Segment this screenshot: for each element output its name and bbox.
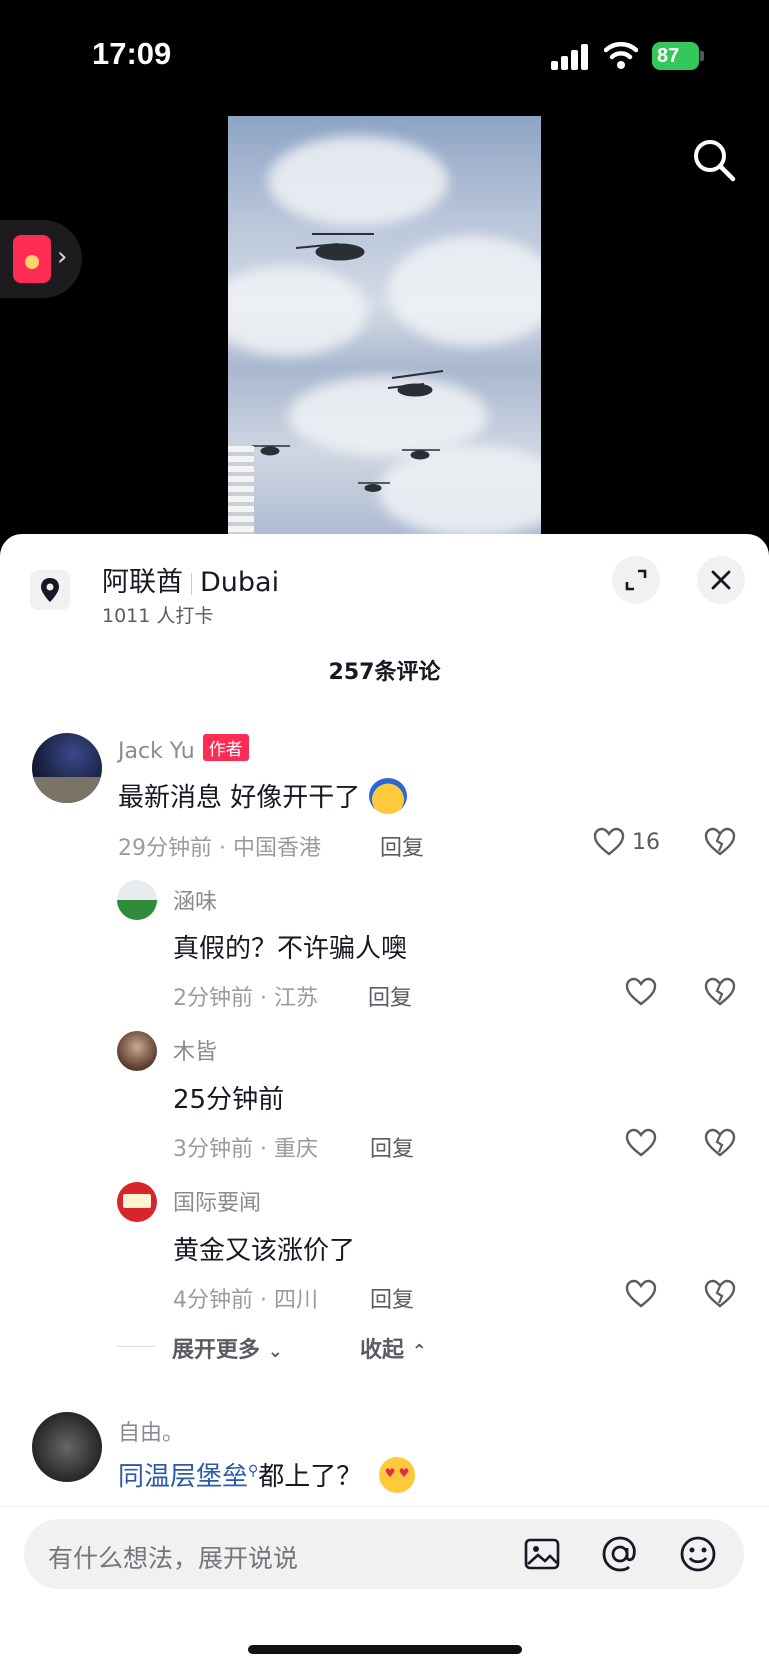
author-badge: 作者 bbox=[202, 734, 249, 761]
heart-icon[interactable] bbox=[624, 1127, 658, 1159]
status-time: 17:09 bbox=[92, 36, 172, 71]
red-packet-tab[interactable]: › bbox=[0, 220, 82, 298]
location-name-cn: 阿联酋 bbox=[102, 567, 183, 598]
emoji-icon bbox=[368, 778, 407, 814]
comment-author-name: Jack Yu bbox=[118, 739, 195, 764]
heart-icon[interactable] bbox=[592, 826, 626, 858]
reply-meta: 4分钟前 · 四川 bbox=[173, 1288, 318, 1313]
comment-meta: 29分钟前 · 中国香港 bbox=[118, 836, 321, 861]
avatar[interactable] bbox=[117, 1031, 157, 1071]
heart-eyes-emoji-icon: ♥ ♥ bbox=[378, 1457, 415, 1493]
hashtag-link[interactable]: 同温层堡垒 bbox=[118, 1462, 248, 1492]
broken-heart-icon[interactable] bbox=[703, 976, 737, 1008]
expand-more-button[interactable]: 展开更多 ⌄ bbox=[172, 1332, 283, 1364]
comments-sheet: 阿联酋 Dubai 1011 人打卡 257条评论 Jack Yu 作者 最新消息 … bbox=[0, 534, 769, 1665]
comment-text: 同温层堡垒⚲都上了？ ♥ ♥ bbox=[118, 1456, 415, 1493]
location-title[interactable]: 阿联酋 Dubai bbox=[102, 560, 279, 599]
avatar[interactable] bbox=[117, 1182, 157, 1222]
chevron-up-icon: ⌃ bbox=[411, 1341, 427, 1362]
comment-author[interactable]: Jack Yu 作者 bbox=[118, 734, 249, 764]
reply-text: 真假的？不许骗人噢 bbox=[173, 934, 408, 964]
heart-icon[interactable] bbox=[624, 976, 658, 1008]
broken-heart-icon[interactable] bbox=[703, 1127, 737, 1159]
collapse-button[interactable]: 收起 ⌃ bbox=[360, 1332, 427, 1364]
reply-author[interactable]: 木皆 bbox=[173, 1034, 217, 1066]
status-bar: 17:09 87 bbox=[0, 0, 769, 110]
battery-level: 87 bbox=[652, 42, 699, 70]
home-indicator bbox=[248, 1645, 522, 1654]
location-pin-icon bbox=[30, 570, 70, 610]
reply-button[interactable]: 回复 bbox=[368, 980, 412, 1012]
video-player[interactable] bbox=[228, 116, 541, 536]
reply-button[interactable]: 回复 bbox=[380, 830, 424, 862]
expand-more-label: 展开更多 bbox=[172, 1338, 261, 1363]
reply-author[interactable]: 涵味 bbox=[173, 884, 217, 916]
thread-divider bbox=[117, 1346, 155, 1347]
close-button[interactable] bbox=[697, 556, 745, 604]
comment-text-content: 都上了？ bbox=[258, 1462, 363, 1492]
reply-author[interactable]: 国际要闻 bbox=[173, 1185, 261, 1217]
battery-icon: 87 bbox=[652, 42, 704, 70]
comment-author[interactable]: 自由。 bbox=[118, 1415, 184, 1447]
collapse-label: 收起 bbox=[360, 1338, 405, 1363]
tower-structure bbox=[228, 446, 254, 536]
wifi-icon bbox=[604, 41, 638, 69]
location-name-en: Dubai bbox=[200, 567, 280, 598]
comment-text: 最新消息 好像开干了 bbox=[118, 777, 407, 814]
heart-icon[interactable] bbox=[624, 1278, 658, 1310]
close-icon bbox=[711, 570, 731, 590]
comment-input-bar: 有什么想法，展开说说 bbox=[0, 1506, 769, 1665]
red-packet-icon bbox=[13, 235, 51, 283]
broken-heart-icon[interactable] bbox=[703, 1278, 737, 1310]
avatar[interactable] bbox=[32, 1412, 102, 1482]
search-icon[interactable] bbox=[690, 136, 738, 184]
avatar[interactable] bbox=[32, 733, 102, 803]
reply-button[interactable]: 回复 bbox=[370, 1131, 414, 1163]
emoji-picker-icon[interactable] bbox=[678, 1534, 718, 1574]
reply-text: 25分钟前 bbox=[173, 1085, 285, 1115]
reply-meta: 2分钟前 · 江苏 bbox=[173, 986, 318, 1011]
search-icon: ⚲ bbox=[248, 1463, 259, 1479]
expand-icon bbox=[625, 569, 647, 591]
reply-button[interactable]: 回复 bbox=[370, 1282, 414, 1314]
chevron-right-icon: › bbox=[57, 242, 68, 272]
avatar[interactable] bbox=[117, 880, 157, 920]
broken-heart-icon[interactable] bbox=[703, 826, 737, 858]
comment-count: 257条评论 bbox=[328, 660, 441, 685]
location-checkins: 1011 人打卡 bbox=[102, 605, 214, 627]
cellular-signal-icon bbox=[551, 44, 591, 70]
chevron-down-icon: ⌄ bbox=[267, 1341, 283, 1362]
comment-input-placeholder: 有什么想法，展开说说 bbox=[48, 1544, 299, 1573]
helicopters-image bbox=[252, 233, 444, 492]
reply-meta: 3分钟前 · 重庆 bbox=[173, 1137, 318, 1162]
like-count: 16 bbox=[632, 830, 660, 855]
mention-icon[interactable] bbox=[600, 1534, 640, 1574]
comment-input[interactable]: 有什么想法，展开说说 bbox=[24, 1519, 744, 1589]
expand-button[interactable] bbox=[612, 556, 660, 604]
comment-text-content: 最新消息 好像开干了 bbox=[118, 783, 361, 813]
image-icon[interactable] bbox=[522, 1534, 562, 1574]
reply-text: 黄金又该涨价了 bbox=[173, 1236, 356, 1266]
